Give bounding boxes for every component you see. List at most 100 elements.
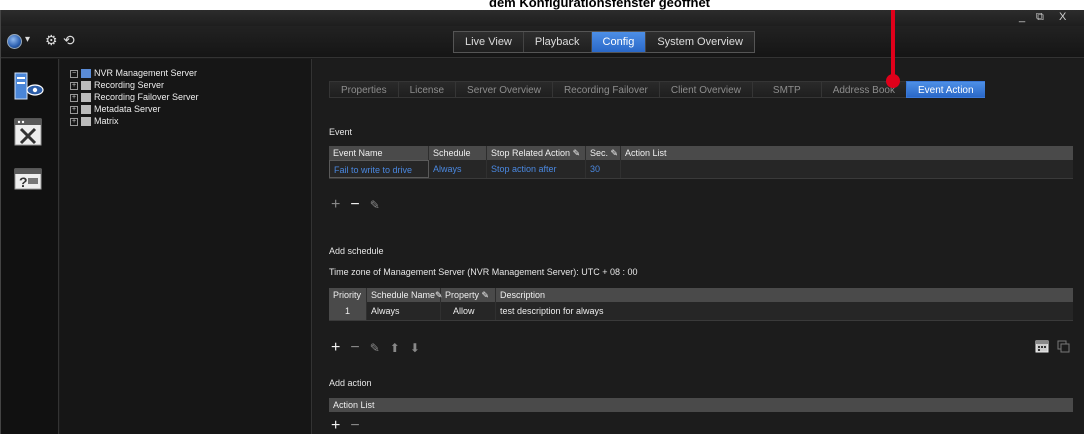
plus-icon[interactable]: +: [331, 418, 340, 434]
server-icon: [81, 69, 91, 79]
tab-server-overview[interactable]: Server Overview: [455, 81, 552, 98]
event-table: Event Name Schedule Stop Related Action …: [329, 146, 1073, 179]
tab-client-overview[interactable]: Client Overview: [658, 81, 752, 98]
caption-text: dem Konfigurationsfenster geöffnet: [489, 0, 711, 10]
arrow-down-icon[interactable]: ⬇: [410, 340, 420, 356]
top-bar: ▾ ⚙ ⟲ Live View Playback Config System O…: [1, 26, 1084, 58]
expand-icon[interactable]: +: [70, 117, 78, 126]
tab-playback[interactable]: Playback: [523, 32, 592, 52]
column-header-label: Property: [445, 290, 480, 300]
collapse-icon[interactable]: −: [70, 69, 78, 78]
expand-icon[interactable]: +: [70, 93, 78, 102]
tree-item-matrix[interactable]: + Matrix: [70, 116, 119, 127]
caption-bar: dem Konfigurationsfenster geöffnet: [0, 0, 1084, 10]
restore-button[interactable]: ⧉: [1036, 11, 1044, 23]
calendar-icon[interactable]: [1035, 339, 1049, 353]
event-toolbar: + − ✎: [331, 196, 380, 214]
tab-smtp[interactable]: SMTP: [751, 81, 821, 98]
chevron-down-icon[interactable]: ▾: [25, 34, 30, 45]
tree-item-label: Matrix: [94, 116, 119, 126]
column-header[interactable]: Stop Related Action ✎: [487, 146, 586, 160]
tab-live-view[interactable]: Live View: [454, 32, 524, 52]
title-bar: _ ⧉ X: [1, 10, 1084, 26]
copy-icon[interactable]: [1057, 340, 1070, 353]
column-header[interactable]: Sec. ✎: [586, 146, 621, 160]
tab-properties[interactable]: Properties: [329, 81, 398, 98]
tree-item-metadata-server[interactable]: + Metadata Server: [70, 104, 161, 115]
event-name-cell[interactable]: Fail to write to drive: [329, 160, 429, 178]
metadata-server-icon: [81, 105, 91, 115]
expand-icon[interactable]: +: [70, 105, 78, 114]
description-cell[interactable]: test description for always: [496, 302, 1073, 320]
pencil-icon[interactable]: ✎: [370, 340, 380, 356]
column-header[interactable]: Action List: [621, 146, 1073, 160]
tree-item-label: Recording Server: [94, 80, 165, 90]
globe-icon[interactable]: [7, 34, 22, 49]
minus-icon[interactable]: −: [350, 418, 359, 434]
schedule-name-cell[interactable]: Always: [367, 302, 441, 320]
gear-plus-icon[interactable]: ⚙: [45, 32, 58, 49]
app-window: _ ⧉ X ▾ ⚙ ⟲ Live View Playback Config Sy…: [0, 10, 1084, 434]
config-panel: Properties License Server Overview Recor…: [313, 59, 1084, 434]
failover-server-icon: [81, 93, 91, 103]
timezone-text: Time zone of Management Server (NVR Mana…: [329, 267, 638, 277]
column-header[interactable]: Property ✎: [441, 288, 496, 302]
pencil-icon[interactable]: ✎: [611, 148, 619, 158]
plus-icon[interactable]: +: [331, 197, 340, 213]
tab-event-action[interactable]: Event Action: [905, 81, 985, 98]
minus-icon[interactable]: −: [350, 340, 359, 356]
arrow-up-icon[interactable]: ⬆: [390, 340, 400, 356]
expand-icon[interactable]: +: [70, 81, 78, 90]
plus-icon[interactable]: +: [331, 340, 340, 356]
tab-recording-failover[interactable]: Recording Failover: [551, 81, 659, 98]
action-toolbar: + −: [331, 417, 360, 434]
event-section-label: Event: [329, 127, 353, 137]
left-rail: ?: [1, 59, 59, 434]
priority-cell: 1: [329, 302, 367, 320]
column-header-label: Sec.: [590, 148, 609, 158]
tab-config[interactable]: Config: [591, 32, 647, 52]
column-header[interactable]: Event Name: [329, 146, 429, 160]
svg-text:?: ?: [19, 174, 28, 190]
table-row[interactable]: 1 Always Allow test description for alwa…: [329, 302, 1073, 321]
tree-root[interactable]: − NVR Management Server: [70, 68, 197, 79]
refresh-icon[interactable]: ⟲: [63, 32, 75, 49]
tab-license[interactable]: License: [397, 81, 456, 98]
help-card-icon[interactable]: ?: [11, 163, 45, 193]
column-header-label: Stop Related Action: [491, 148, 571, 158]
schedule-table-header: Priority Schedule Name✎ Property ✎ Descr…: [329, 288, 1073, 302]
tools-icon[interactable]: [11, 117, 45, 147]
server-monitor-icon[interactable]: [11, 71, 45, 101]
schedule-table: Priority Schedule Name✎ Property ✎ Descr…: [329, 288, 1073, 321]
tab-system-overview[interactable]: System Overview: [646, 32, 754, 52]
column-header[interactable]: Schedule: [429, 146, 487, 160]
mode-tabs: Live View Playback Config System Overvie…: [453, 31, 755, 53]
column-header[interactable]: Action List: [329, 398, 1073, 412]
column-header[interactable]: Schedule Name✎: [367, 288, 443, 302]
schedule-cell[interactable]: Always: [429, 160, 487, 178]
action-list-cell[interactable]: [621, 160, 1073, 178]
close-button[interactable]: X: [1059, 11, 1066, 23]
tree-item-label: Recording Failover Server: [94, 92, 199, 102]
seconds-cell[interactable]: 30: [586, 160, 621, 178]
matrix-icon: [81, 117, 91, 127]
tree-item-recording-server[interactable]: + Recording Server: [70, 80, 164, 91]
server-tree: − NVR Management Server + Recording Server…: [60, 59, 312, 434]
pencil-icon[interactable]: ✎: [482, 290, 490, 300]
column-header[interactable]: Priority: [329, 288, 367, 302]
schedule-toolbar: + − ✎ ⬆ ⬇: [331, 339, 420, 357]
annotation-arrow-line: [891, 10, 895, 78]
minimize-button[interactable]: _: [1019, 11, 1025, 23]
pencil-icon[interactable]: ✎: [370, 197, 380, 213]
event-table-header: Event Name Schedule Stop Related Action …: [329, 146, 1073, 160]
stop-action-cell[interactable]: Stop action after: [487, 160, 586, 178]
action-table: Action List: [329, 398, 1073, 412]
action-section-label: Add action: [329, 378, 372, 388]
column-header[interactable]: Description: [496, 288, 1073, 302]
action-table-header: Action List: [329, 398, 1073, 412]
tree-item-recording-failover-server[interactable]: + Recording Failover Server: [70, 92, 199, 103]
pencil-icon[interactable]: ✎: [573, 148, 581, 158]
table-row[interactable]: Fail to write to drive Always Stop actio…: [329, 160, 1073, 179]
minus-icon[interactable]: −: [350, 197, 359, 213]
property-cell[interactable]: Allow: [441, 302, 496, 320]
